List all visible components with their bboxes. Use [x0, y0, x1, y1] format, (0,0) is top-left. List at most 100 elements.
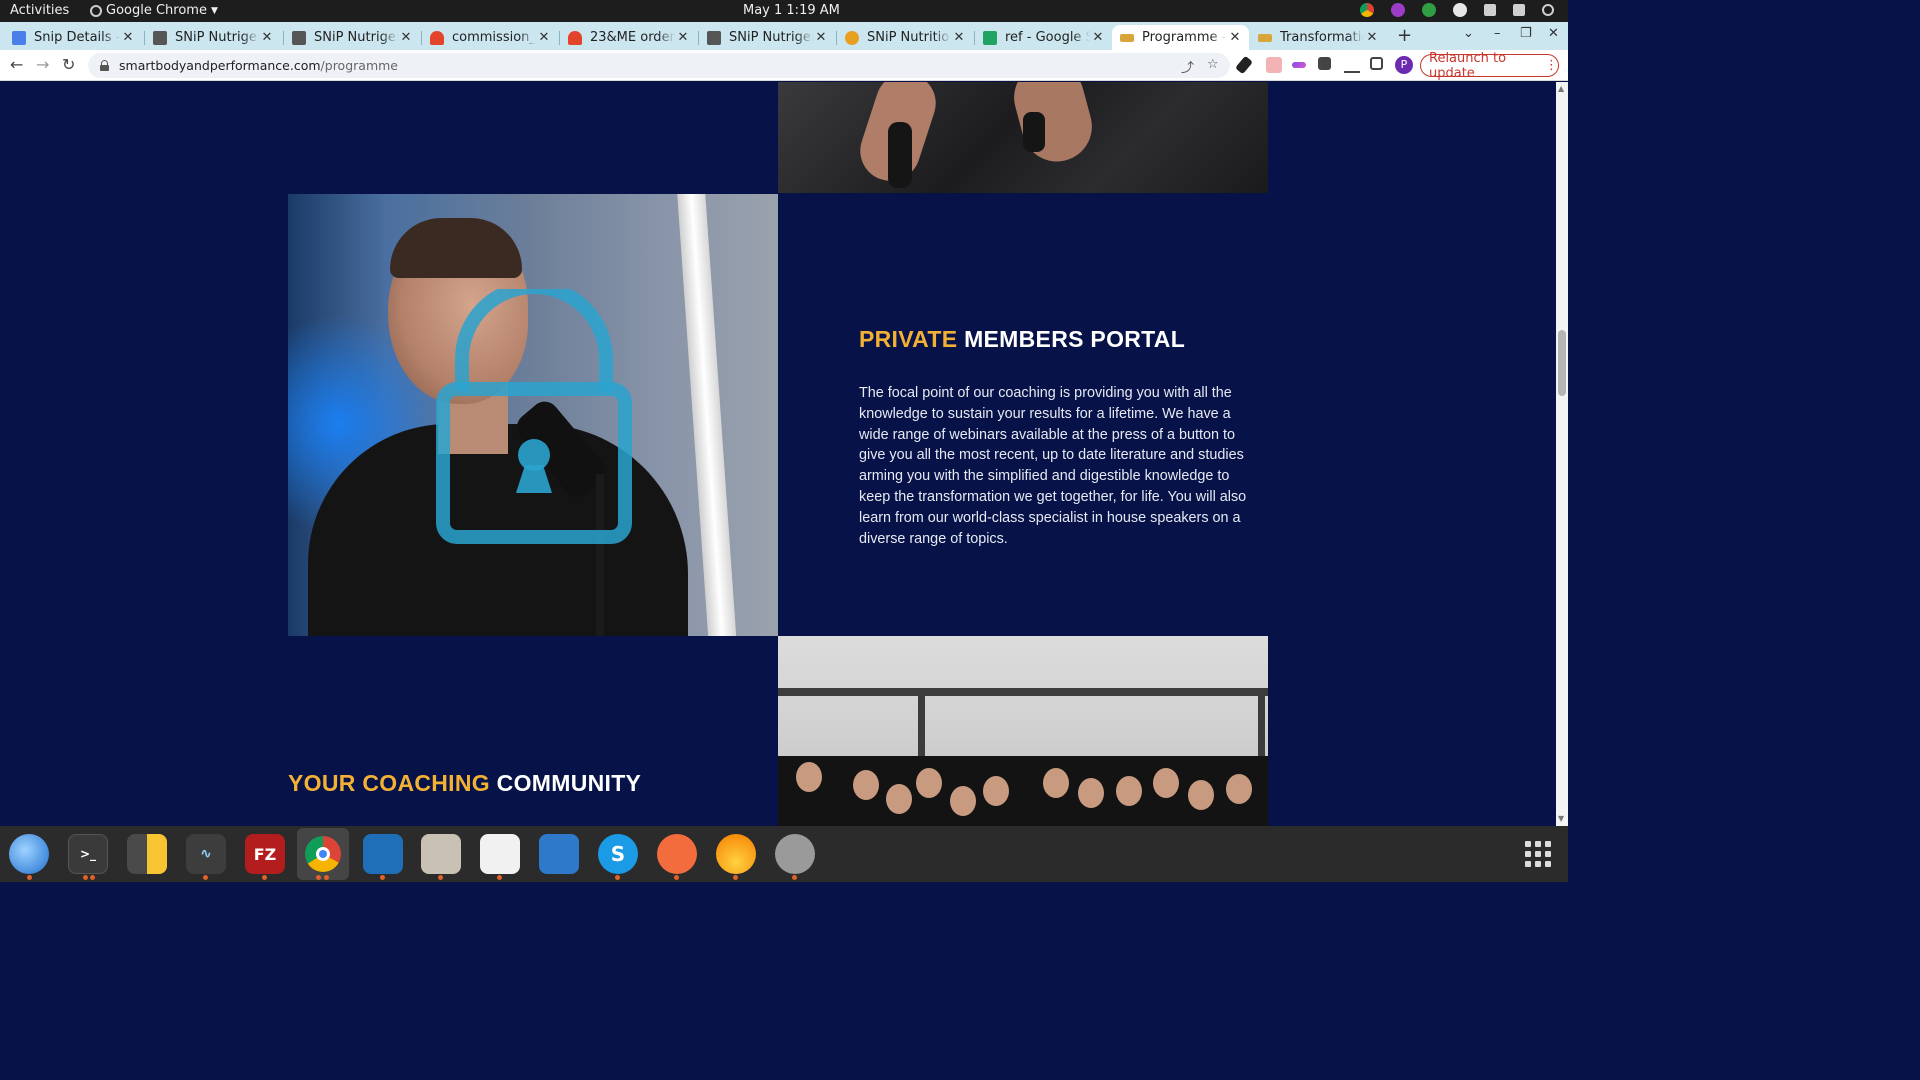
- dock: >_ ∿ FZ S: [0, 826, 1568, 882]
- address-bar[interactable]: smartbodyandperformance.com/programme: [88, 53, 1230, 78]
- close-window-button[interactable]: ✕: [1548, 26, 1559, 41]
- share-icon[interactable]: ⤴: [1181, 57, 1194, 76]
- photo-detail: [1043, 768, 1069, 798]
- system-tray[interactable]: [1360, 3, 1554, 17]
- profile-avatar[interactable]: P: [1395, 56, 1413, 74]
- running-indicator: [262, 875, 267, 880]
- close-tab-icon[interactable]: ✕: [398, 30, 414, 45]
- tab-snip-details[interactable]: Snip Details - Go ✕: [4, 25, 142, 50]
- power-icon[interactable]: [1542, 4, 1554, 16]
- download-icon[interactable]: [1344, 57, 1360, 73]
- photo-detail: [1188, 780, 1214, 810]
- show-applications-icon[interactable]: [1525, 841, 1551, 867]
- photo-detail: [1023, 112, 1045, 152]
- extension-icon[interactable]: [1266, 57, 1282, 73]
- tab-snip-nutrigenomics-1[interactable]: SNiP Nutrigenomics ✕: [145, 25, 281, 50]
- tab-title: Programme — Smart Body: [1142, 30, 1227, 45]
- close-tab-icon[interactable]: ✕: [1227, 30, 1243, 45]
- google-sheets-icon: [983, 30, 997, 45]
- accessibility-tray-icon[interactable]: [1453, 3, 1467, 17]
- chrome-small-icon: [90, 4, 102, 17]
- scrollbar-thumb[interactable]: [1558, 330, 1566, 396]
- thunderbird-icon[interactable]: [9, 834, 49, 874]
- disk-icon[interactable]: [775, 834, 815, 874]
- tab-snip-nutrigenomics-3[interactable]: SNiP Nutrigenomics ✕: [699, 25, 835, 50]
- tab-snip-nutrigenomics-2[interactable]: SNiP Nutrigenomics ✕: [284, 25, 420, 50]
- tab-title: ref - Google Sheets: [1005, 30, 1090, 45]
- calculator-icon[interactable]: [127, 834, 167, 874]
- scroll-up-arrow-icon[interactable]: ▲: [1558, 84, 1564, 93]
- terminal-icon[interactable]: >_: [68, 834, 108, 874]
- grid-dot: [1545, 841, 1551, 847]
- photo-detail: [853, 770, 879, 800]
- reload-icon[interactable]: ↻: [62, 55, 75, 74]
- site-icon: [1120, 33, 1134, 42]
- close-tab-icon[interactable]: ✕: [1090, 30, 1106, 45]
- photo-detail: [950, 786, 976, 816]
- close-tab-icon[interactable]: ✕: [536, 30, 552, 45]
- lock-icon[interactable]: [100, 60, 109, 71]
- url-host: smartbodyandperformance.com: [119, 58, 321, 73]
- extensions-puzzle-icon[interactable]: [1318, 57, 1331, 70]
- side-panel-icon[interactable]: [1370, 57, 1383, 70]
- color-picker-tray-icon[interactable]: [1391, 3, 1405, 17]
- tab-title: commission_pa: [452, 30, 536, 45]
- close-tab-icon[interactable]: ✕: [120, 30, 136, 45]
- text-editor-icon[interactable]: [480, 834, 520, 874]
- tab-23andme-order[interactable]: 23&ME order cl ✕: [560, 25, 697, 50]
- activities-button[interactable]: Activities: [10, 3, 69, 18]
- network-icon[interactable]: [1484, 4, 1496, 16]
- vscode-icon[interactable]: [363, 834, 403, 874]
- tab-search-icon[interactable]: ⌄: [1463, 26, 1474, 41]
- close-tab-icon[interactable]: ✕: [675, 30, 691, 45]
- relaunch-to-update-button[interactable]: Relaunch to update ⋮: [1420, 51, 1559, 81]
- heading-main: MEMBERS PORTAL: [964, 326, 1186, 352]
- pen-extension-icon[interactable]: [1292, 62, 1306, 68]
- app-flame-icon[interactable]: [716, 834, 756, 874]
- close-tab-icon[interactable]: ✕: [1364, 30, 1380, 45]
- scroll-down-arrow-icon[interactable]: ▼: [1558, 814, 1564, 823]
- close-tab-icon[interactable]: ✕: [951, 30, 967, 45]
- photo-detail: [1153, 768, 1179, 798]
- app-name-label: Google Chrome: [106, 3, 207, 18]
- members-portal-heading: PRIVATE MEMBERS PORTAL: [859, 326, 1264, 353]
- tab-title: Snip Details - Go: [34, 30, 120, 45]
- grid-dot: [1525, 851, 1531, 857]
- chrome-icon[interactable]: [297, 828, 349, 880]
- running-indicator: [27, 875, 32, 880]
- filezilla-icon[interactable]: FZ: [245, 834, 285, 874]
- tab-transformations[interactable]: Transformations ✕: [1250, 25, 1386, 50]
- clock[interactable]: May 1 1:19 AM: [743, 3, 840, 18]
- app-menu[interactable]: Google Chrome ▼: [90, 3, 218, 18]
- snip-nutrition-icon: [845, 30, 859, 45]
- close-tab-icon[interactable]: ✕: [259, 30, 275, 45]
- minimize-button[interactable]: –: [1494, 26, 1501, 41]
- chrome-tray-icon[interactable]: [1360, 3, 1374, 17]
- photo-detail: [1078, 778, 1104, 808]
- close-tab-icon[interactable]: ✕: [813, 30, 829, 45]
- new-tab-button[interactable]: +: [1397, 25, 1412, 46]
- system-monitor-icon[interactable]: ∿: [186, 834, 226, 874]
- volume-icon[interactable]: [1513, 4, 1525, 16]
- postman-icon[interactable]: [657, 834, 697, 874]
- page-scrollbar[interactable]: ▲ ▼: [1556, 82, 1568, 826]
- chrome-logo-center: [316, 847, 330, 861]
- more-menu-icon[interactable]: ⋮: [1545, 58, 1558, 73]
- desktop-screen: { "system_bar": { "activities": "Activit…: [0, 0, 1568, 882]
- forward-arrow-icon[interactable]: →: [36, 55, 49, 74]
- running-indicator: [324, 875, 329, 880]
- tab-commission[interactable]: commission_pa ✕: [422, 25, 558, 50]
- photo-detail: [916, 768, 942, 798]
- files-icon[interactable]: [421, 834, 461, 874]
- bookmark-star-icon[interactable]: ☆: [1207, 57, 1219, 72]
- photo-detail: [778, 688, 1268, 696]
- tab-ref-google-sheets[interactable]: ref - Google Sheets ✕: [975, 25, 1112, 50]
- skype-icon[interactable]: S: [598, 834, 638, 874]
- restore-button[interactable]: ❐: [1520, 26, 1532, 41]
- tab-snip-nutrition[interactable]: SNiP Nutrition ✕: [837, 25, 973, 50]
- running-indicator: [203, 875, 208, 880]
- tab-programme[interactable]: Programme — Smart Body ✕: [1112, 25, 1249, 50]
- libreoffice-writer-icon[interactable]: [539, 834, 579, 874]
- back-arrow-icon[interactable]: ←: [10, 55, 23, 74]
- extension-tray-icon[interactable]: [1422, 3, 1436, 17]
